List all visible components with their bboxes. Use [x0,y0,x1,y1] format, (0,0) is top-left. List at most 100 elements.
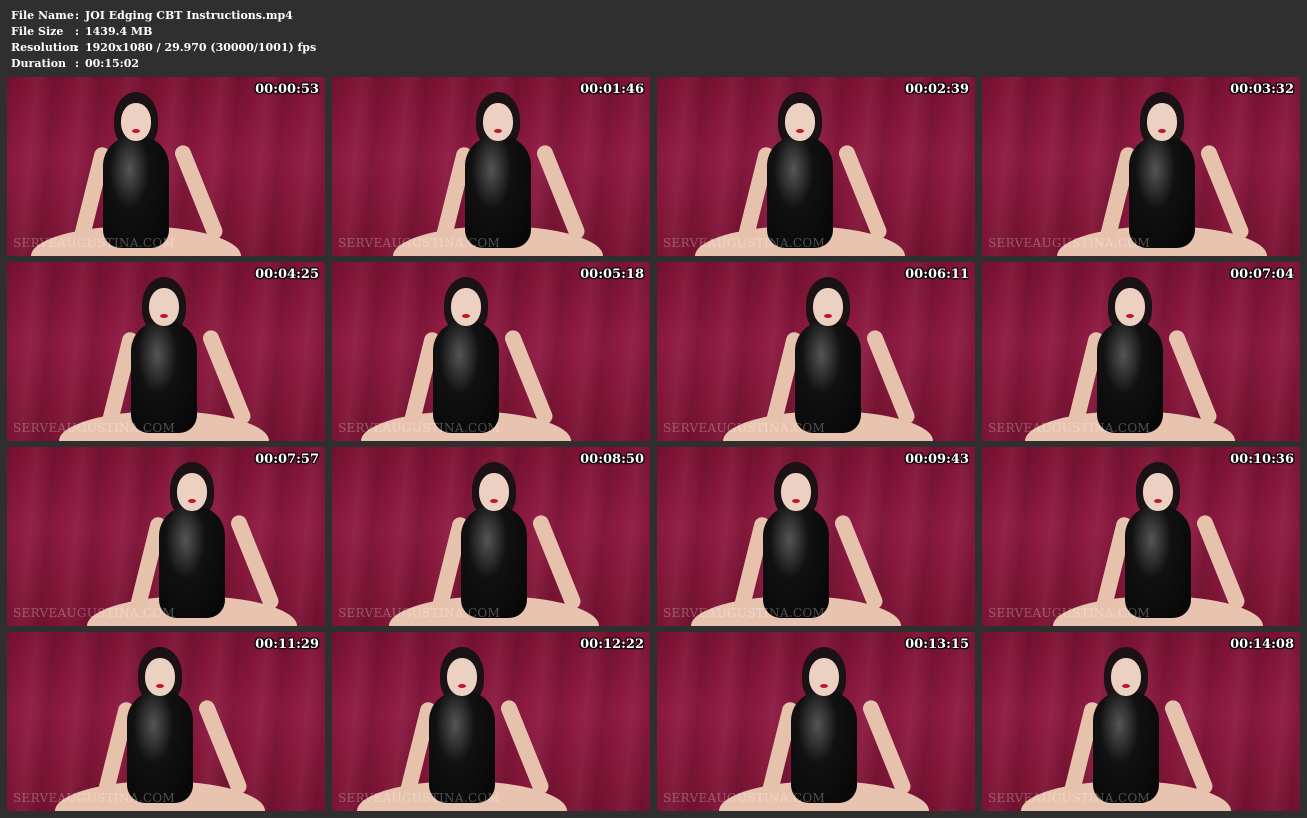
video-thumbnail: SERVEAUGUSTINA.COM 00:14:08 [982,632,1300,811]
thumbnail-timestamp: 00:09:43 [905,452,969,467]
person-figure [358,81,638,256]
file-name-row: File Name : JOI Edging CBT Instructions.… [11,8,316,24]
thumbnail-timestamp: 00:03:32 [1230,82,1294,97]
thumbnail-timestamp: 00:12:22 [580,637,644,652]
thumbnail-timestamp: 00:07:04 [1230,267,1294,282]
head-shape [447,658,477,696]
head-shape [785,103,815,141]
person-figure [990,266,1270,441]
watermark-text: SERVEAUGUSTINA.COM [988,791,1151,805]
video-thumbnail: SERVEAUGUSTINA.COM 00:06:11 [657,262,975,441]
head-shape [451,288,481,326]
bodysuit-shape [1125,506,1191,618]
bodysuit-shape [159,506,225,618]
arm-shape [832,513,885,612]
head-shape [479,473,509,511]
arm-shape [530,513,583,612]
video-thumbnail: SERVEAUGUSTINA.COM 00:08:50 [332,447,650,626]
watermark-text: SERVEAUGUSTINA.COM [988,421,1151,435]
lips-shape [132,129,140,133]
bodysuit-shape [131,321,197,433]
watermark-text: SERVEAUGUSTINA.COM [663,791,826,805]
bodysuit-shape [791,691,857,803]
video-thumbnail: SERVEAUGUSTINA.COM 00:09:43 [657,447,975,626]
lips-shape [462,314,470,318]
head-shape [149,288,179,326]
head-shape [813,288,843,326]
thumbnail-timestamp: 00:10:36 [1230,452,1294,467]
thumbnail-timestamp: 00:01:46 [580,82,644,97]
arm-shape [1198,143,1251,242]
bodysuit-shape [461,506,527,618]
separator: : [75,57,80,70]
lips-shape [458,684,466,688]
resolution-label: Resolution [11,41,78,54]
thumbnail-timestamp: 00:13:15 [905,637,969,652]
video-thumbnail: SERVEAUGUSTINA.COM 00:03:32 [982,77,1300,256]
watermark-text: SERVEAUGUSTINA.COM [663,421,826,435]
video-thumbnail: SERVEAUGUSTINA.COM 00:04:25 [7,262,325,441]
arm-shape [1194,513,1247,612]
thumbnail-timestamp: 00:06:11 [905,267,969,282]
bodysuit-shape [1097,321,1163,433]
file-size-value: 1439.4 MB [85,25,153,38]
person-figure [660,81,940,256]
bodysuit-shape [763,506,829,618]
arm-shape [836,143,889,242]
lips-shape [1154,499,1162,503]
person-figure [684,636,964,811]
resolution-row: Resolution : 1920x1080 / 29.970 (30000/1… [11,40,316,56]
lips-shape [160,314,168,318]
video-thumbnail: SERVEAUGUSTINA.COM 00:11:29 [7,632,325,811]
watermark-text: SERVEAUGUSTINA.COM [663,606,826,620]
arm-shape [200,328,253,427]
separator: : [75,41,80,54]
bodysuit-shape [465,136,531,248]
arm-shape [228,513,281,612]
watermark-text: SERVEAUGUSTINA.COM [13,236,176,250]
lips-shape [490,499,498,503]
head-shape [483,103,513,141]
arm-shape [172,143,225,242]
bodysuit-shape [433,321,499,433]
file-info-header: File Name : JOI Edging CBT Instructions.… [11,8,316,72]
person-figure [7,81,276,256]
watermark-text: SERVEAUGUSTINA.COM [988,606,1151,620]
lips-shape [1126,314,1134,318]
person-figure [657,451,936,626]
bodysuit-shape [795,321,861,433]
video-thumbnail: SERVEAUGUSTINA.COM 00:07:57 [7,447,325,626]
arm-shape [864,328,917,427]
watermark-text: SERVEAUGUSTINA.COM [338,236,501,250]
file-name-label: File Name [11,9,74,22]
person-figure [1018,451,1298,626]
thumbnail-timestamp: 00:05:18 [580,267,644,282]
thumbnail-timestamp: 00:07:57 [255,452,319,467]
head-shape [177,473,207,511]
head-shape [1111,658,1141,696]
separator: : [75,25,80,38]
bodysuit-shape [127,691,193,803]
duration-label: Duration [11,57,67,70]
person-figure [24,266,304,441]
duration-value: 00:15:02 [85,57,140,70]
bodysuit-shape [1129,136,1195,248]
lips-shape [824,314,832,318]
thumbnail-timestamp: 00:00:53 [255,82,319,97]
arm-shape [196,698,249,797]
video-thumbnail: SERVEAUGUSTINA.COM 00:00:53 [7,77,325,256]
lips-shape [796,129,804,133]
lips-shape [1158,129,1166,133]
thumbnail-timestamp: 00:11:29 [255,637,319,652]
arm-shape [860,698,913,797]
arm-shape [534,143,587,242]
resolution-value: 1920x1080 / 29.970 (30000/1001) fps [85,41,317,54]
video-thumbnail: SERVEAUGUSTINA.COM 00:10:36 [982,447,1300,626]
watermark-text: SERVEAUGUSTINA.COM [663,236,826,250]
lips-shape [792,499,800,503]
arm-shape [1162,698,1215,797]
duration-row: Duration : 00:15:02 [11,56,316,72]
watermark-text: SERVEAUGUSTINA.COM [13,606,176,620]
video-thumbnail: SERVEAUGUSTINA.COM 00:07:04 [982,262,1300,441]
person-figure [688,266,968,441]
